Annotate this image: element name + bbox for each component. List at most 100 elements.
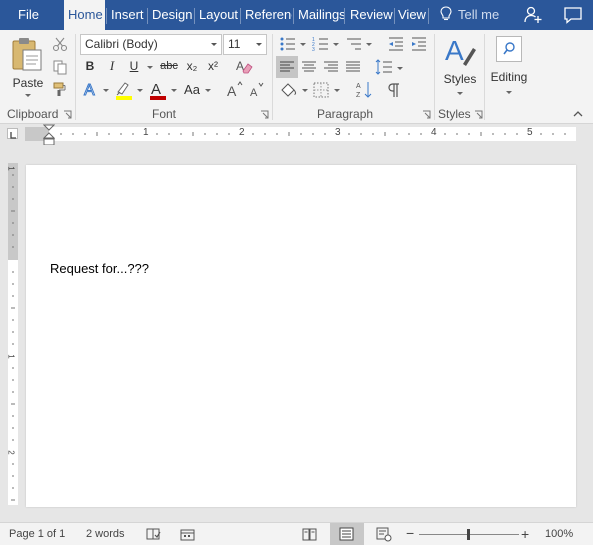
macro-recording-icon[interactable] bbox=[180, 527, 195, 541]
italic-button[interactable]: I bbox=[104, 56, 120, 76]
borders-dropdown-icon[interactable] bbox=[334, 89, 340, 92]
styles-dialog-launcher-icon[interactable] bbox=[474, 110, 483, 119]
align-right-icon[interactable] bbox=[322, 58, 340, 76]
zoom-level[interactable]: 100% bbox=[545, 528, 573, 540]
increase-indent-icon[interactable] bbox=[410, 35, 428, 53]
editing-dropdown-icon bbox=[506, 91, 512, 94]
text-effects-icon[interactable]: A bbox=[82, 80, 100, 99]
bullets-icon[interactable] bbox=[279, 35, 297, 53]
paste-label: Paste bbox=[12, 76, 44, 90]
web-layout-icon[interactable] bbox=[376, 527, 392, 542]
collapse-ribbon-icon[interactable] bbox=[573, 110, 583, 118]
svg-text:Z: Z bbox=[356, 92, 361, 99]
zoom-out-button[interactable]: − bbox=[406, 525, 414, 541]
align-center-icon[interactable] bbox=[300, 58, 318, 76]
shrink-font-icon[interactable]: A bbox=[248, 80, 266, 98]
line-spacing-icon[interactable] bbox=[374, 58, 394, 76]
change-case-button[interactable]: Aa bbox=[182, 80, 202, 100]
styles-dropdown-icon bbox=[457, 92, 463, 95]
borders-icon[interactable] bbox=[312, 81, 330, 99]
align-left-button[interactable] bbox=[276, 56, 298, 78]
text-effects-dropdown-icon[interactable] bbox=[103, 89, 109, 92]
decrease-indent-icon[interactable] bbox=[387, 35, 405, 53]
editing-button[interactable]: Editing bbox=[488, 34, 530, 100]
multilevel-list-icon[interactable] bbox=[345, 35, 363, 53]
font-dialog-launcher-icon[interactable] bbox=[260, 110, 269, 119]
superscript-button[interactable]: x² bbox=[204, 56, 222, 76]
ruler-number: 4 bbox=[431, 127, 437, 138]
styles-icon: A bbox=[445, 35, 476, 66]
document-area[interactable]: 1 1 2 Request for...??? bbox=[0, 145, 593, 522]
print-layout-icon bbox=[339, 527, 354, 541]
tab-view[interactable]: View bbox=[394, 0, 428, 30]
align-left-icon bbox=[280, 61, 294, 72]
font-size-value: 11 bbox=[228, 37, 241, 51]
svg-text:A: A bbox=[250, 87, 258, 98]
indent-markers-icon[interactable] bbox=[43, 124, 55, 146]
lightbulb-icon bbox=[440, 6, 452, 21]
shading-icon[interactable] bbox=[279, 81, 299, 99]
bold-button[interactable]: B bbox=[82, 56, 98, 76]
format-painter-icon[interactable] bbox=[52, 81, 68, 97]
tab-insert[interactable]: Insert bbox=[107, 0, 147, 30]
tab-selector[interactable] bbox=[7, 128, 18, 139]
styles-button[interactable]: A Styles bbox=[440, 34, 480, 102]
tab-references[interactable]: Referenc bbox=[241, 0, 292, 30]
numbering-dropdown-icon[interactable] bbox=[333, 43, 339, 46]
zoom-in-button[interactable]: + bbox=[521, 526, 529, 542]
font-color-dropdown-icon[interactable] bbox=[171, 89, 177, 92]
svg-text:A: A bbox=[151, 81, 161, 98]
justify-icon[interactable] bbox=[344, 58, 362, 76]
page-count[interactable]: Page 1 of 1 bbox=[9, 528, 65, 540]
document-page[interactable]: Request for...??? bbox=[26, 165, 576, 507]
editing-icon-frame bbox=[496, 36, 522, 62]
print-layout-button[interactable] bbox=[330, 523, 364, 545]
grow-font-icon[interactable]: A bbox=[226, 80, 244, 98]
zoom-slider-thumb[interactable] bbox=[467, 529, 470, 540]
numbering-icon[interactable]: 1 2 3 bbox=[312, 35, 330, 53]
left-tab-icon bbox=[10, 132, 16, 139]
tab-home[interactable]: Home bbox=[64, 0, 105, 30]
svg-text:A: A bbox=[445, 35, 464, 66]
styles-label: Styles bbox=[443, 72, 477, 86]
multilevel-dropdown-icon[interactable] bbox=[366, 43, 372, 46]
clipboard-dialog-launcher-icon[interactable] bbox=[63, 110, 72, 119]
word-count[interactable]: 2 words bbox=[86, 528, 125, 540]
tell-me-search[interactable]: Tell me bbox=[440, 0, 499, 30]
ruler-number: 5 bbox=[527, 127, 533, 138]
tab-design[interactable]: Design bbox=[148, 0, 194, 30]
ruler-number: 1 bbox=[143, 127, 149, 138]
sort-icon[interactable]: AZ bbox=[355, 80, 373, 100]
clear-formatting-icon[interactable]: A bbox=[235, 58, 253, 74]
tab-layout[interactable]: Layout bbox=[195, 0, 240, 30]
subscript-button[interactable]: x₂ bbox=[183, 56, 201, 76]
paste-button[interactable]: Paste bbox=[8, 36, 48, 97]
paragraph-dialog-launcher-icon[interactable] bbox=[422, 110, 431, 119]
change-case-dropdown-icon[interactable] bbox=[205, 89, 211, 92]
font-size-combo[interactable]: 11 bbox=[223, 34, 267, 55]
read-mode-icon[interactable] bbox=[302, 528, 317, 541]
bullets-dropdown-icon[interactable] bbox=[300, 43, 306, 46]
horizontal-ruler[interactable]: 1 2 3 4 5 bbox=[0, 124, 593, 146]
cut-icon[interactable] bbox=[52, 36, 68, 52]
tab-file[interactable]: File bbox=[14, 0, 54, 30]
tab-review[interactable]: Review bbox=[346, 0, 394, 30]
copy-icon[interactable] bbox=[52, 59, 68, 75]
strikethrough-button[interactable]: abc bbox=[158, 56, 180, 76]
vertical-ruler-number: 2 bbox=[6, 450, 16, 455]
font-color-icon[interactable]: A bbox=[148, 80, 168, 100]
line-spacing-dropdown-icon[interactable] bbox=[397, 67, 403, 70]
font-name-combo[interactable]: Calibri (Body) bbox=[80, 34, 222, 55]
shading-dropdown-icon[interactable] bbox=[302, 89, 308, 92]
underline-button[interactable]: U bbox=[126, 56, 142, 76]
show-formatting-marks-icon[interactable] bbox=[387, 81, 401, 99]
proofing-book-icon[interactable] bbox=[146, 527, 161, 541]
comments-icon[interactable] bbox=[563, 5, 583, 25]
tab-mailings[interactable]: Mailings bbox=[294, 0, 344, 30]
share-user-icon[interactable] bbox=[523, 5, 543, 25]
underline-dropdown-icon[interactable] bbox=[147, 66, 153, 69]
highlight-color-icon[interactable] bbox=[114, 80, 134, 100]
tab-separator bbox=[428, 8, 429, 24]
highlight-dropdown-icon[interactable] bbox=[137, 89, 143, 92]
document-body-text[interactable]: Request for...??? bbox=[50, 261, 149, 276]
